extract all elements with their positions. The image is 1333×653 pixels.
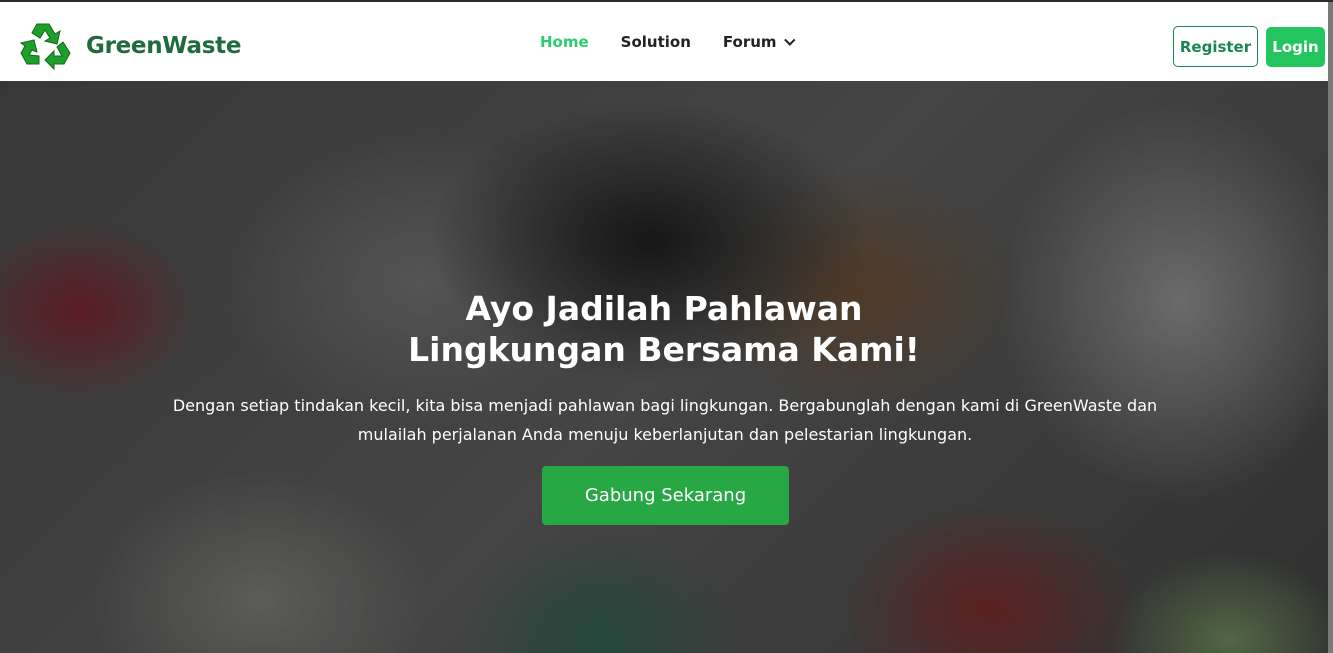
brand-name: GreenWaste xyxy=(86,33,242,59)
navbar: GreenWaste Home Solution Forum Register … xyxy=(0,2,1328,81)
register-button[interactable]: Register xyxy=(1173,26,1258,67)
nav-forum-label: Forum xyxy=(722,32,777,51)
login-button[interactable]: Login xyxy=(1266,27,1325,67)
scrollbar[interactable] xyxy=(1328,2,1333,653)
recycle-icon xyxy=(19,23,71,71)
hero-section: Ayo Jadilah Pahlawan Lingkungan Bersama K… xyxy=(0,81,1328,653)
hero-title-line1: Ayo Jadilah Pahlawan xyxy=(465,289,863,328)
nav-home[interactable]: Home xyxy=(540,33,589,51)
hero-title-line2: Lingkungan Bersama Kami! xyxy=(408,330,920,369)
nav-solution[interactable]: Solution xyxy=(621,33,691,51)
brand-logo[interactable]: GreenWaste xyxy=(19,20,241,72)
hero-title: Ayo Jadilah Pahlawan Lingkungan Bersama K… xyxy=(0,288,1328,370)
main-menu: Home Solution Forum xyxy=(540,2,796,81)
join-now-button[interactable]: Gabung Sekarang xyxy=(542,466,789,525)
hero-description: Dengan setiap tindakan kecil, kita bisa … xyxy=(172,396,1158,444)
nav-forum[interactable]: Forum xyxy=(722,32,796,51)
chevron-down-icon xyxy=(783,34,796,46)
